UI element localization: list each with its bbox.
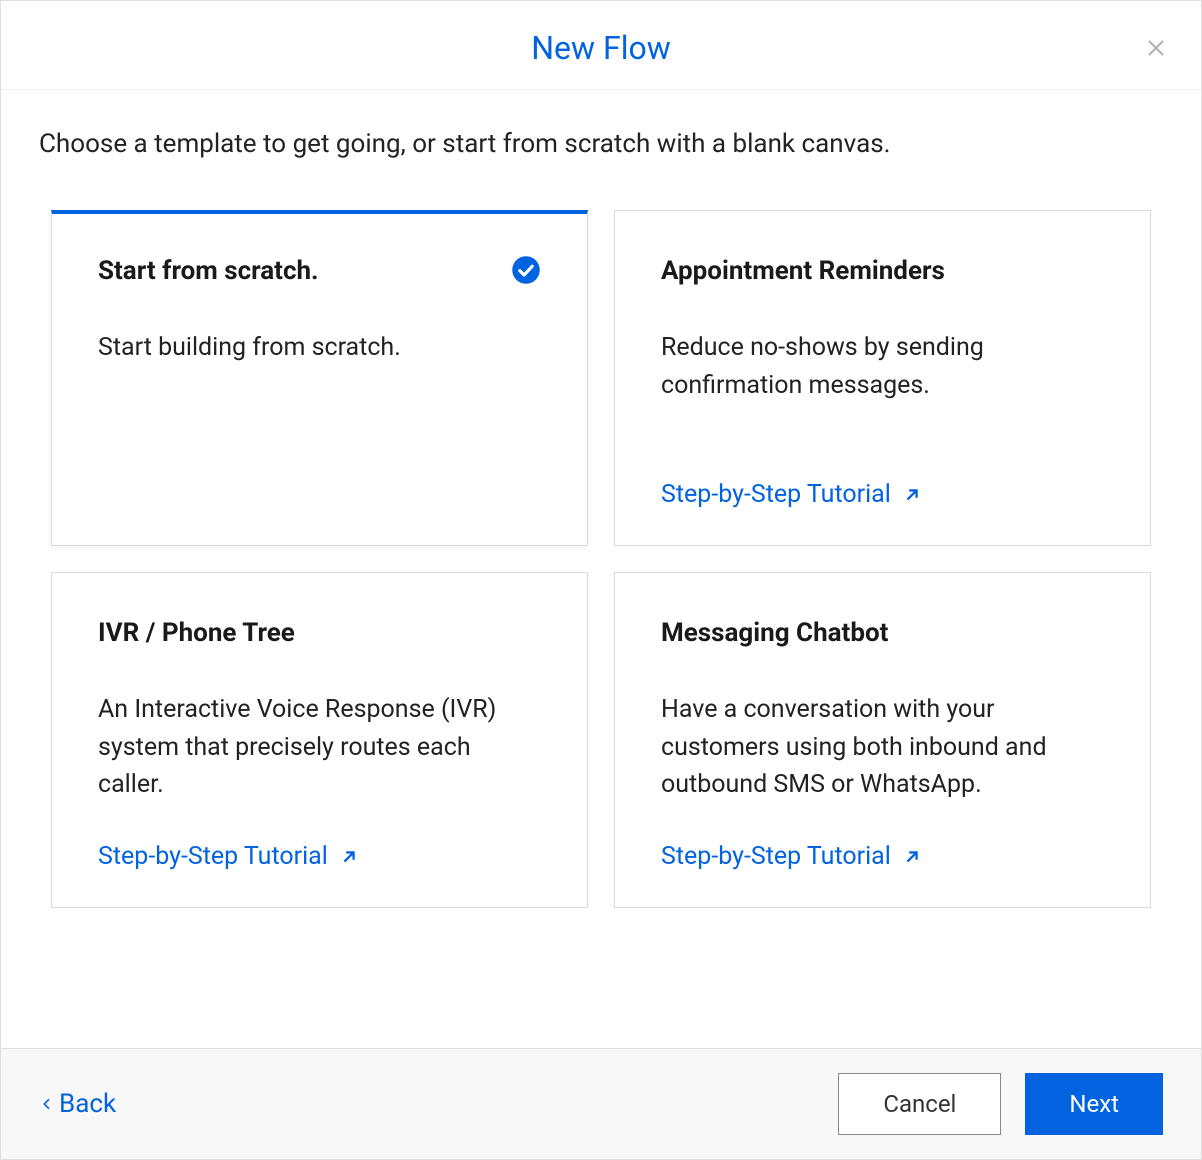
- card-title: Appointment Reminders: [661, 255, 945, 289]
- new-flow-modal: New Flow Choose a template to get going,…: [0, 0, 1202, 1160]
- modal-subtitle: Choose a template to get going, or start…: [39, 126, 1163, 162]
- checkmark-icon: [511, 255, 541, 285]
- card-title: Start from scratch.: [98, 255, 319, 289]
- modal-header: New Flow: [1, 1, 1201, 90]
- external-link-icon: [901, 484, 923, 506]
- external-link-icon: [338, 846, 360, 868]
- tutorial-link-label: Step-by-Step Tutorial: [661, 842, 891, 871]
- template-card-start-from-scratch[interactable]: Start from scratch. Start building from …: [51, 210, 588, 546]
- tutorial-link[interactable]: Step-by-Step Tutorial: [98, 842, 541, 871]
- card-description: Have a conversation with your customers …: [661, 691, 1104, 814]
- tutorial-link[interactable]: Step-by-Step Tutorial: [661, 480, 1104, 509]
- template-card-messaging-chatbot[interactable]: Messaging Chatbot Have a conversation wi…: [614, 572, 1151, 908]
- tutorial-link-label: Step-by-Step Tutorial: [661, 480, 891, 509]
- card-title-row: Appointment Reminders: [661, 255, 1104, 289]
- back-button[interactable]: Back: [39, 1089, 116, 1119]
- card-title: IVR / Phone Tree: [98, 617, 295, 651]
- template-cards-grid: Start from scratch. Start building from …: [39, 210, 1163, 908]
- external-link-icon: [901, 846, 923, 868]
- card-description: Start building from scratch.: [98, 329, 541, 509]
- modal-footer: Back Cancel Next: [1, 1048, 1201, 1159]
- footer-actions: Cancel Next: [838, 1073, 1163, 1135]
- card-description: Reduce no-shows by sending confirmation …: [661, 329, 1104, 452]
- card-title: Messaging Chatbot: [661, 617, 888, 651]
- card-title-row: Start from scratch.: [98, 255, 541, 289]
- modal-title: New Flow: [1, 29, 1201, 67]
- chevron-left-icon: [39, 1096, 55, 1112]
- close-button[interactable]: [1141, 33, 1171, 63]
- card-title-row: IVR / Phone Tree: [98, 617, 541, 651]
- modal-body[interactable]: Choose a template to get going, or start…: [1, 90, 1201, 1048]
- cancel-button[interactable]: Cancel: [838, 1073, 1001, 1135]
- tutorial-link-label: Step-by-Step Tutorial: [98, 842, 328, 871]
- template-card-ivr-phone-tree[interactable]: IVR / Phone Tree An Interactive Voice Re…: [51, 572, 588, 908]
- back-label: Back: [59, 1089, 116, 1119]
- close-icon: [1144, 36, 1168, 60]
- template-card-appointment-reminders[interactable]: Appointment Reminders Reduce no-shows by…: [614, 210, 1151, 546]
- next-button[interactable]: Next: [1025, 1073, 1163, 1135]
- card-description: An Interactive Voice Response (IVR) syst…: [98, 691, 541, 814]
- card-title-row: Messaging Chatbot: [661, 617, 1104, 651]
- tutorial-link[interactable]: Step-by-Step Tutorial: [661, 842, 1104, 871]
